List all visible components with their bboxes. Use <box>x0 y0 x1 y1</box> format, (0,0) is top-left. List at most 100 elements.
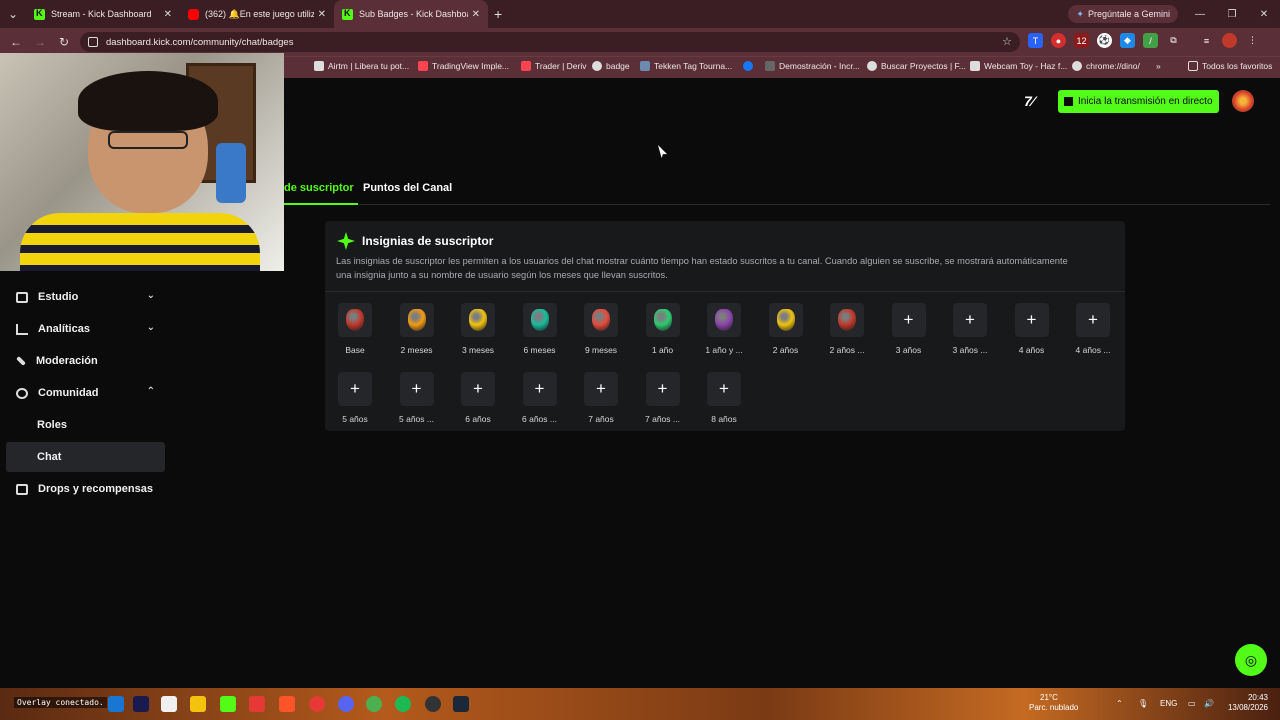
bookmark-star-icon[interactable]: ☆ <box>1002 35 1012 48</box>
badge-slot[interactable]: 2 años <box>758 303 814 357</box>
badge-slot[interactable]: 2 años ... <box>819 303 875 357</box>
shield-icon <box>765 61 775 71</box>
bookmark-tekken[interactable]: Tekken Tag Tourna... <box>640 61 732 71</box>
opera-icon[interactable] <box>309 696 325 712</box>
deriv-app-icon[interactable] <box>249 696 265 712</box>
site-info-icon[interactable] <box>88 37 98 47</box>
blue-ext-icon[interactable]: ◆ <box>1120 33 1135 48</box>
bookmark-webcam-toy[interactable]: Webcam Toy - Haz f... <box>970 61 1067 71</box>
badge-slot[interactable]: +7 años ... <box>635 372 691 426</box>
badge-slot[interactable]: 1 año <box>635 303 691 357</box>
forward-icon[interactable]: → <box>28 35 52 49</box>
sidebar-item-drops[interactable]: Drops y recompensas <box>6 474 165 504</box>
badge-slot[interactable]: +6 años ... <box>512 372 568 426</box>
close-tab-icon[interactable]: ✕ <box>472 9 480 20</box>
close-tab-icon[interactable]: ✕ <box>318 9 326 20</box>
steam-icon[interactable] <box>453 696 469 712</box>
badge-slot[interactable]: +5 años ... <box>389 372 445 426</box>
system-clock[interactable]: 20:43 13/08/2026 <box>1226 693 1268 713</box>
close-tab-icon[interactable]: ✕ <box>164 9 172 20</box>
help-support-button[interactable]: ◎ <box>1235 644 1267 676</box>
bookmark-tradingview[interactable]: TradingView Imple... <box>418 61 509 71</box>
bookmark-demostracion[interactable]: Demostración - Incr... <box>765 61 860 71</box>
bookmarks-overflow-icon[interactable]: » <box>1156 61 1161 71</box>
premiere-icon[interactable] <box>133 696 149 712</box>
badge-slot[interactable]: 1 año y ... <box>696 303 752 357</box>
profile-icon[interactable] <box>1222 33 1237 48</box>
badge-label: 5 años <box>342 414 368 424</box>
badge-slot[interactable]: +3 años <box>881 303 937 357</box>
weather-widget[interactable]: 21°C Parc. nublado <box>1028 693 1078 713</box>
badge-image <box>830 303 864 337</box>
microphone-tray-icon[interactable]: 🎙 <box>1138 699 1148 708</box>
extensions-puzzle-icon[interactable]: ⧉ <box>1166 33 1181 48</box>
sidebar-item-moderacion[interactable]: Moderación <box>6 346 165 376</box>
kick-favicon-icon <box>342 8 353 20</box>
badge-slot[interactable]: 9 meses <box>573 303 629 357</box>
red-ext-icon[interactable]: ● <box>1051 33 1066 48</box>
sidebar-item-comunidad[interactable]: Comunidad ⌃ <box>6 378 165 408</box>
network-icon[interactable]: ▭ <box>1188 699 1196 708</box>
restore-icon[interactable]: ❐ <box>1216 0 1248 28</box>
sidebar-item-roles[interactable]: Roles <box>6 410 165 440</box>
green-ext-icon[interactable]: / <box>1143 33 1158 48</box>
file-explorer-icon[interactable] <box>190 696 206 712</box>
browser-tab-youtube[interactable]: (362) 🔔En este juego utilizas t ✕ <box>180 0 334 28</box>
badge-slot[interactable]: +8 años <box>696 372 752 426</box>
start-stream-button[interactable]: Inicia la transmisión en directo <box>1058 90 1219 113</box>
badge-slot[interactable]: 3 meses <box>450 303 506 357</box>
tradingview-ext-icon[interactable]: T <box>1028 33 1043 48</box>
app-icon[interactable] <box>108 696 124 712</box>
reload-icon[interactable]: ↻ <box>52 35 76 49</box>
browser-tab-sub-badges[interactable]: Sub Badges - Kick Dashboard ✕ <box>334 0 488 28</box>
sidebar-item-analiticas[interactable]: Analíticas ⌄ <box>6 314 165 344</box>
tab-search-icon[interactable]: ⌄ <box>0 0 26 28</box>
url-bar[interactable]: dashboard.kick.com/community/chat/badges… <box>80 32 1020 52</box>
close-window-icon[interactable]: ✕ <box>1248 0 1280 28</box>
reading-list-icon[interactable]: ≡ <box>1199 33 1214 48</box>
chrome-icon[interactable] <box>366 696 382 712</box>
bookmark-facebook[interactable] <box>743 61 753 71</box>
badge-slot[interactable]: +7 años <box>573 372 629 426</box>
badge-slot[interactable]: +4 años ... <box>1065 303 1121 357</box>
bookmark-buscar-proyectos[interactable]: Buscar Proyectos | F... <box>867 61 966 71</box>
back-icon[interactable]: ← <box>4 35 28 49</box>
bookmark-deriv[interactable]: Trader | Deriv <box>521 61 587 71</box>
tab-subscriber-badges[interactable]: de suscriptor <box>284 176 358 205</box>
store-icon[interactable] <box>161 696 177 712</box>
sidebar-item-chat[interactable]: Chat <box>6 442 165 472</box>
badge-slot[interactable]: 2 meses <box>389 303 445 357</box>
soccer-ext-icon[interactable]: ⚽ <box>1097 33 1112 48</box>
spotify-icon[interactable] <box>395 696 411 712</box>
tab-channel-points[interactable]: Puntos del Canal <box>363 182 452 194</box>
badge-ext-icon[interactable]: 12 <box>1074 33 1089 48</box>
user-avatar[interactable] <box>1232 90 1254 112</box>
browser-tab-stream[interactable]: Stream - Kick Dashboard ✕ <box>26 0 180 28</box>
all-bookmarks-folder[interactable]: Todos los favoritos <box>1188 61 1272 71</box>
badge-slot[interactable]: +4 años <box>1004 303 1060 357</box>
sidebar-item-estudio[interactable]: Estudio ⌄ <box>6 282 165 312</box>
kick-app-icon[interactable] <box>220 696 236 712</box>
gemini-button[interactable]: ✦ Pregúntale a Gemini <box>1068 5 1178 23</box>
brave-icon[interactable] <box>279 696 295 712</box>
obs-icon[interactable] <box>425 696 441 712</box>
volume-icon[interactable]: 🔊 <box>1204 699 1214 708</box>
minimize-icon[interactable]: — <box>1184 0 1216 28</box>
menu-dots-icon[interactable]: ⋮ <box>1245 33 1260 48</box>
badge-slot[interactable]: +6 años <box>450 372 506 426</box>
badge-slot[interactable]: 6 meses <box>512 303 568 357</box>
streamer-shirt-image <box>20 213 260 271</box>
badge-label: 5 años ... <box>399 414 434 424</box>
discord-icon[interactable] <box>338 696 354 712</box>
badge-slot[interactable]: +3 años ... <box>942 303 998 357</box>
bookmark-dino[interactable]: chrome://dino/ <box>1072 61 1140 71</box>
language-indicator[interactable]: ENG <box>1160 699 1177 708</box>
badge-label: 4 años <box>1018 345 1045 355</box>
bookmark-airtm[interactable]: Airtm | Libera tu pot... <box>314 61 409 71</box>
bookmark-badge[interactable]: badge <box>592 61 630 71</box>
tradingview-logo-icon[interactable]: 7⁄ <box>1024 93 1034 109</box>
badge-slot[interactable]: Base <box>327 303 383 357</box>
badge-slot[interactable]: +5 años <box>327 372 383 426</box>
new-tab-button[interactable]: + <box>494 6 502 22</box>
tray-chevron-icon[interactable]: ⌃ <box>1116 699 1123 708</box>
